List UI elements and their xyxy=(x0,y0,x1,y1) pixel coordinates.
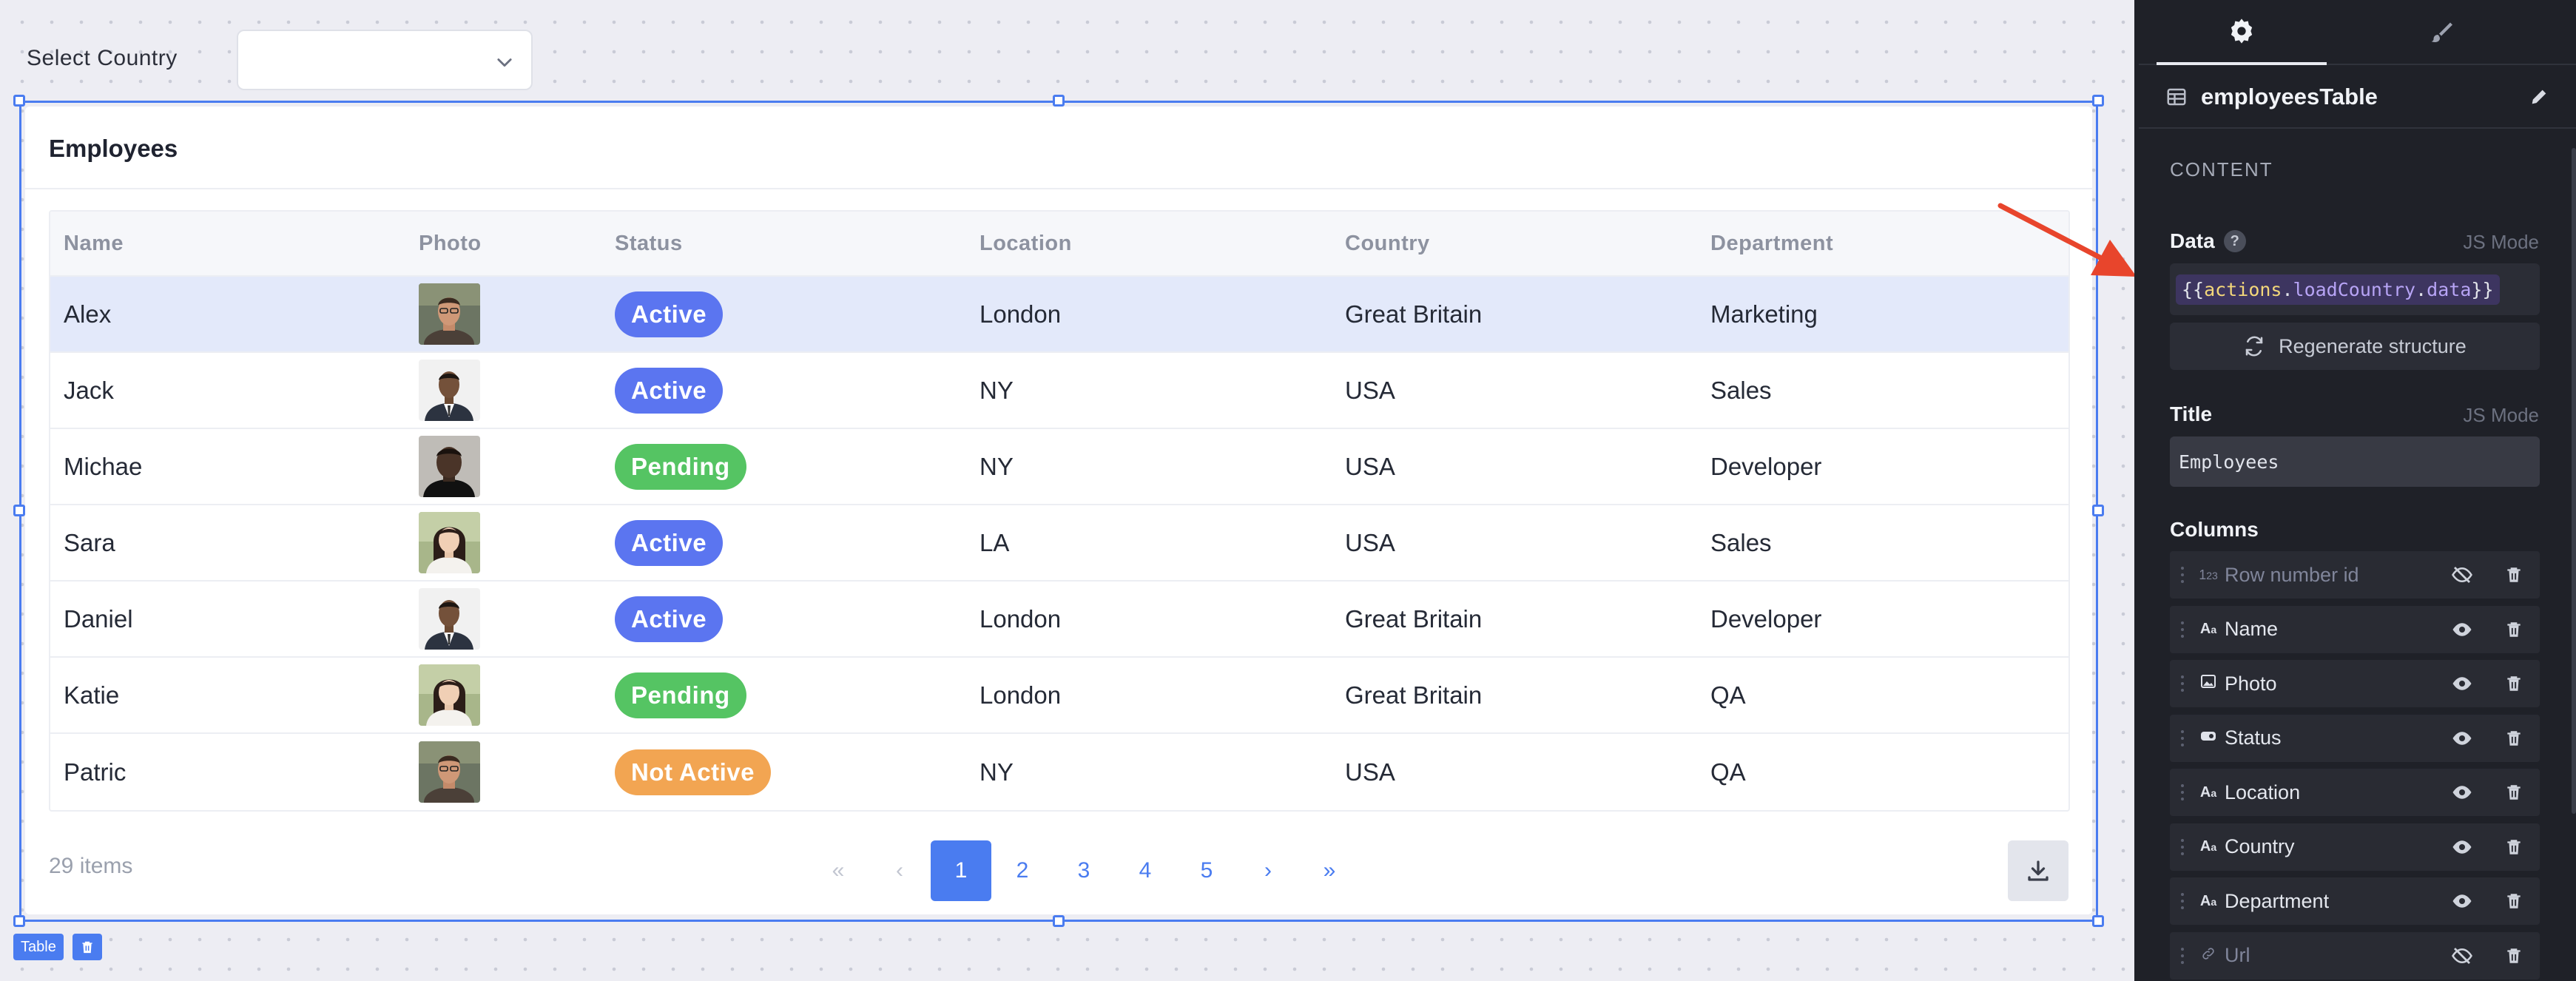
column-item[interactable]: 123 Row number id xyxy=(2170,551,2540,599)
resize-handle-bottom-left[interactable] xyxy=(13,915,25,927)
drag-handle-icon[interactable] xyxy=(2170,946,2195,965)
resize-handle-right[interactable] xyxy=(2092,505,2104,516)
resize-handle-top-left[interactable] xyxy=(13,95,25,107)
panel-tabs xyxy=(2139,0,2576,65)
component-header: employeesTable xyxy=(2139,67,2576,129)
code-object: actions xyxy=(2204,278,2282,300)
code-close-brace: }} xyxy=(2471,278,2494,300)
regenerate-label: Regenerate structure xyxy=(2279,334,2467,357)
country-select[interactable] xyxy=(237,30,533,90)
columns-label: Columns xyxy=(2170,518,2259,541)
eye-icon[interactable] xyxy=(2436,836,2488,858)
column-item-label: Location xyxy=(2225,781,2301,803)
gear-icon xyxy=(2231,18,2253,44)
trash-icon[interactable] xyxy=(2488,673,2540,694)
column-item[interactable]: Status xyxy=(2170,714,2540,762)
column-type-icon: Aa xyxy=(2199,838,2217,854)
column-item[interactable]: Photo xyxy=(2170,660,2540,707)
widget-type-tag[interactable]: Table xyxy=(13,934,64,960)
column-item-label: Department xyxy=(2225,889,2330,912)
resize-handle-bottom-right[interactable] xyxy=(2092,915,2104,927)
column-item-label: Row number id xyxy=(2225,563,2359,586)
edit-icon[interactable] xyxy=(2529,87,2549,107)
eye-off-icon[interactable] xyxy=(2436,564,2488,586)
drag-handle-icon[interactable] xyxy=(2170,837,2195,857)
annotation-arrow xyxy=(1997,203,2137,277)
column-item[interactable]: Aa Department xyxy=(2170,877,2540,925)
resize-handle-bottom[interactable] xyxy=(1053,915,1065,927)
trash-icon xyxy=(82,941,92,954)
column-item[interactable]: Aa Location xyxy=(2170,769,2540,816)
eye-icon[interactable] xyxy=(2436,781,2488,803)
brush-icon xyxy=(2431,22,2452,42)
data-label-text: Data xyxy=(2170,229,2215,252)
panel-scrollbar[interactable] xyxy=(2572,148,2576,814)
property-panel: employeesTable CONTENT Data? JS Mode {{a… xyxy=(2134,0,2576,981)
widget-delete-button[interactable] xyxy=(73,934,102,960)
trash-icon[interactable] xyxy=(2488,564,2540,585)
data-field-label: Data? xyxy=(2170,229,2246,253)
column-type-icon: 123 xyxy=(2199,567,2218,582)
column-item[interactable]: Url xyxy=(2170,931,2540,980)
eye-icon[interactable] xyxy=(2436,890,2488,912)
code-member: loadCountry xyxy=(2293,278,2416,300)
column-item-label: Status xyxy=(2225,727,2282,749)
resize-handle-left[interactable] xyxy=(13,505,25,516)
trash-icon[interactable] xyxy=(2488,945,2540,966)
editor-canvas[interactable]: Select Country Employees Name Photo Stat… xyxy=(0,0,2134,981)
data-binding-expression: {{actions.loadCountry.data}} xyxy=(2176,274,2500,305)
eye-icon[interactable] xyxy=(2436,618,2488,641)
drag-handle-icon[interactable] xyxy=(2170,891,2195,911)
column-item[interactable]: Aa Name xyxy=(2170,605,2540,653)
selection-frame xyxy=(19,101,2098,922)
drag-handle-icon[interactable] xyxy=(2170,783,2195,802)
trash-icon[interactable] xyxy=(2488,619,2540,640)
column-item[interactable]: Aa Country xyxy=(2170,823,2540,871)
eye-off-icon[interactable] xyxy=(2436,945,2488,967)
column-item-label: Country xyxy=(2225,835,2295,857)
regenerate-structure-button[interactable]: Regenerate structure xyxy=(2170,323,2540,370)
component-name: employeesTable xyxy=(2201,84,2378,109)
column-type-icon: Aa xyxy=(2199,621,2217,637)
code-member: data xyxy=(2427,278,2472,300)
column-type-icon: Aa xyxy=(2199,892,2217,909)
section-content-title: CONTENT xyxy=(2170,158,2273,181)
code-open-brace: {{ xyxy=(2182,278,2205,300)
column-type-icon: Aa xyxy=(2199,783,2217,800)
tab-style[interactable] xyxy=(2356,0,2526,65)
table-icon xyxy=(2167,88,2186,106)
trash-icon[interactable] xyxy=(2488,837,2540,857)
drag-handle-icon[interactable] xyxy=(2170,729,2195,748)
help-icon[interactable]: ? xyxy=(2223,230,2246,252)
code-dot: . xyxy=(2415,278,2427,300)
chevron-down-icon xyxy=(497,58,512,67)
resize-handle-top[interactable] xyxy=(1053,95,1065,107)
refresh-icon xyxy=(2245,336,2263,357)
drag-handle-icon[interactable] xyxy=(2170,565,2195,584)
drag-handle-icon[interactable] xyxy=(2170,620,2195,639)
column-item-label: Name xyxy=(2225,618,2279,640)
trash-icon[interactable] xyxy=(2488,891,2540,911)
tab-settings[interactable] xyxy=(2157,0,2327,65)
drag-handle-icon[interactable] xyxy=(2170,674,2195,693)
title-js-mode-toggle[interactable]: JS Mode xyxy=(2463,404,2539,427)
resize-handle-top-right[interactable] xyxy=(2092,95,2104,107)
eye-icon[interactable] xyxy=(2436,727,2488,749)
select-country-label: Select Country xyxy=(27,46,178,70)
title-field-label: Title xyxy=(2170,402,2213,425)
column-item-label: Url xyxy=(2225,944,2250,966)
column-type-icon xyxy=(2195,946,2222,965)
data-binding-input[interactable]: {{actions.loadCountry.data}} xyxy=(2170,263,2540,315)
data-js-mode-toggle[interactable]: JS Mode xyxy=(2463,231,2539,254)
column-type-icon xyxy=(2195,729,2222,746)
column-type-icon xyxy=(2195,675,2222,692)
trash-icon[interactable] xyxy=(2488,728,2540,749)
trash-icon[interactable] xyxy=(2488,782,2540,803)
code-dot: . xyxy=(2282,278,2293,300)
eye-icon[interactable] xyxy=(2436,672,2488,695)
title-input[interactable]: Employees xyxy=(2170,436,2540,487)
column-item-label: Photo xyxy=(2225,672,2277,695)
